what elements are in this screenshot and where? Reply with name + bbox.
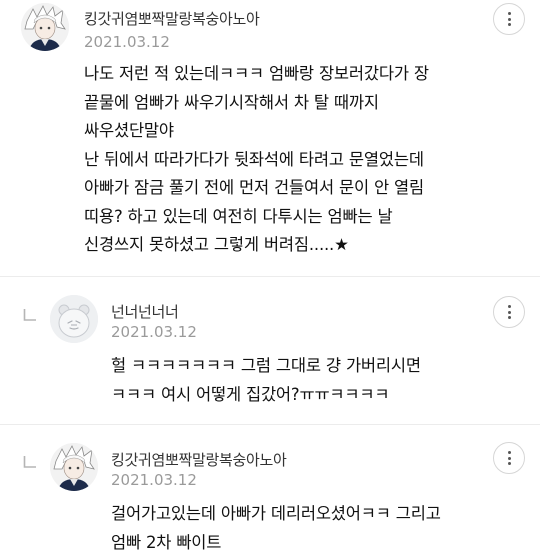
reply-arrow-icon bbox=[23, 309, 36, 321]
comment-line: 엄빠 2차 빠이트 bbox=[111, 532, 222, 552]
more-options-button[interactable] bbox=[493, 442, 525, 474]
dot bbox=[507, 462, 511, 465]
comment: 킹갓귀염뽀짝말랑복숭아노아 2021.03.12 나도 저런 적 있는데ㅋㅋㅋ … bbox=[0, 0, 540, 275]
reply-comment: 킹갓귀염뽀짝말랑복숭아노아 2021.03.12 걸어가고있는데 아빠가 데리러… bbox=[0, 433, 540, 560]
anime-character-avatar-icon bbox=[21, 3, 69, 51]
comment-body: 헐 ㅋㅋㅋㅋㅋㅋㅋ 그럼 그대로 걍 가버리시면 ㅋㅋㅋ 여시 어떻게 집갔어?… bbox=[111, 352, 421, 409]
comment-divider bbox=[0, 276, 540, 277]
comment-date: 2021.03.12 bbox=[111, 323, 197, 341]
comment-line: 띠용? 하고 있는데 여전히 다투시는 엄빠는 날 bbox=[84, 206, 393, 226]
comment-author[interactable]: 넌너넌너너 bbox=[111, 301, 179, 322]
dot bbox=[507, 310, 511, 314]
dot bbox=[507, 17, 511, 21]
dot bbox=[507, 23, 511, 26]
comment-body: 걸어가고있는데 아빠가 데리러오셨어ㅋㅋ 그리고 엄빠 2차 빠이트 bbox=[111, 500, 441, 557]
comment-date: 2021.03.12 bbox=[84, 33, 170, 51]
comment-line: 아빠가 잠금 풀기 전에 먼저 건들여서 문이 안 열림 bbox=[84, 178, 424, 197]
avatar[interactable] bbox=[50, 443, 98, 491]
comment-date: 2021.03.12 bbox=[111, 471, 197, 489]
more-options-button[interactable] bbox=[493, 296, 525, 328]
dot bbox=[507, 456, 511, 460]
default-profile-avatar-icon bbox=[50, 295, 98, 343]
comment-author[interactable]: 킹갓귀염뽀짝말랑복숭아노아 bbox=[84, 8, 260, 29]
comment-line: 끝물에 엄빠가 싸우기시작해서 차 탈 때까지 bbox=[84, 92, 379, 112]
dot bbox=[507, 305, 511, 308]
comment-line: 난 뒤에서 따라가다가 뒷좌석에 타려고 문열었는데 bbox=[84, 149, 424, 169]
reply-arrow-icon bbox=[23, 456, 36, 468]
reply-comment: 넌너넌너너 2021.03.12 헐 ㅋㅋㅋㅋㅋㅋㅋ 그럼 그대로 걍 가버리시… bbox=[0, 285, 540, 420]
comment-line: ㅋㅋㅋ 여시 어떻게 집갔어?ㅠㅠㅋㅋㅋㅋ bbox=[111, 384, 390, 404]
comment-line: 나도 저런 적 있는데ㅋㅋㅋ 엄빠랑 장보러갔다가 장 bbox=[84, 64, 429, 83]
comment-line: 신경쓰지 못하셨고 그렇게 버려짐.....★ bbox=[84, 235, 349, 254]
comment-line: 걸어가고있는데 아빠가 데리러오셨어ㅋㅋ 그리고 bbox=[111, 504, 441, 523]
more-options-button[interactable] bbox=[493, 3, 525, 35]
dot bbox=[507, 12, 511, 15]
comment-divider bbox=[0, 424, 540, 425]
comment-line: 헐 ㅋㅋㅋㅋㅋㅋㅋ 그럼 그대로 걍 가버리시면 bbox=[111, 356, 421, 375]
comment-author[interactable]: 킹갓귀염뽀짝말랑복숭아노아 bbox=[111, 449, 287, 470]
dot bbox=[507, 451, 511, 454]
avatar[interactable] bbox=[50, 295, 98, 343]
avatar[interactable] bbox=[21, 3, 69, 51]
anime-character-avatar-icon bbox=[50, 443, 98, 491]
comment-body: 나도 저런 적 있는데ㅋㅋㅋ 엄빠랑 장보러갔다가 장 끝물에 엄빠가 싸우기시… bbox=[84, 60, 429, 260]
comment-line: 싸우셨단말야 bbox=[84, 121, 174, 140]
dot bbox=[507, 316, 511, 319]
